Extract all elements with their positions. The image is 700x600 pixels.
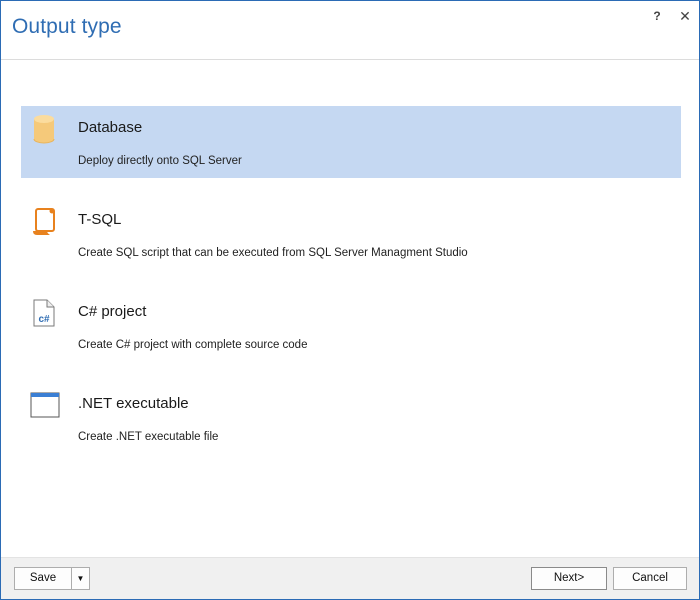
option-title: C# project	[78, 303, 147, 320]
script-icon	[30, 206, 58, 236]
option-description: Create C# project with complete source c…	[78, 339, 308, 351]
option-title: .NET executable	[78, 395, 189, 412]
next-button[interactable]: Next>	[531, 567, 607, 590]
dialog-footer: Save ▼ Next> Cancel	[1, 557, 699, 599]
option-title: T-SQL	[78, 211, 122, 228]
save-dropdown-button[interactable]: ▼	[71, 567, 90, 590]
dialog-title: Output type	[12, 15, 122, 38]
svg-text:c#: c#	[38, 314, 50, 325]
database-icon	[30, 114, 58, 144]
output-type-dialog: Output type ? ✕ Database Deploy directly…	[0, 0, 700, 600]
option-description: Create SQL script that can be executed f…	[78, 247, 468, 259]
option-tsql[interactable]: T-SQL Create SQL script that can be exec…	[21, 198, 681, 270]
cancel-button[interactable]: Cancel	[613, 567, 687, 590]
output-type-options: Database Deploy directly onto SQL Server…	[21, 106, 681, 474]
save-button[interactable]: Save	[14, 567, 72, 590]
option-net-executable[interactable]: .NET executable Create .NET executable f…	[21, 382, 681, 454]
option-description: Deploy directly onto SQL Server	[78, 155, 242, 167]
title-separator	[1, 59, 699, 60]
close-button[interactable]: ✕	[677, 7, 693, 25]
option-database[interactable]: Database Deploy directly onto SQL Server	[21, 106, 681, 178]
option-description: Create .NET executable file	[78, 431, 219, 443]
window-icon	[30, 390, 60, 420]
option-csharp-project[interactable]: c# C# project Create C# project with com…	[21, 290, 681, 362]
csharp-file-icon: c#	[30, 298, 58, 328]
help-button[interactable]: ?	[650, 7, 664, 25]
option-title: Database	[78, 119, 143, 136]
